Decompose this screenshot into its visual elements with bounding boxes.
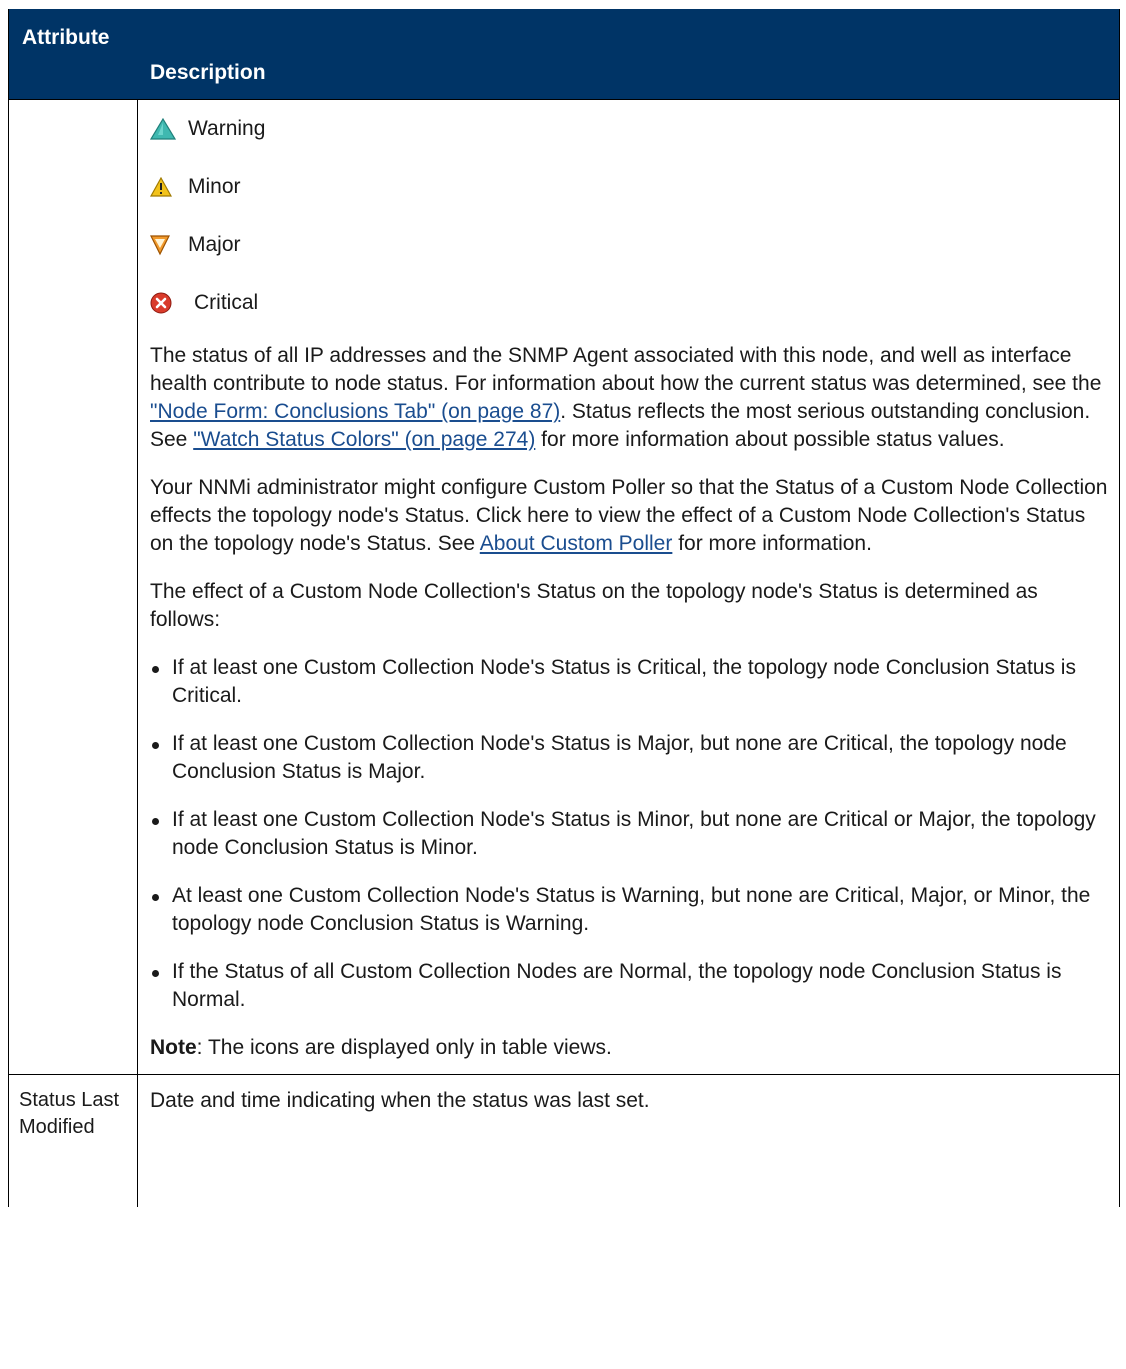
list-item: If the Status of all Custom Collection N…	[150, 948, 1109, 1024]
attribute-cell: Status Last Modified	[9, 1075, 138, 1207]
status-label-major: Major	[188, 233, 241, 256]
list-item-text: If the Status of all Custom Collection N…	[172, 960, 1062, 1011]
list-item: If at least one Custom Collection Node's…	[150, 644, 1109, 720]
about-custom-poller-link[interactable]: About Custom Poller	[480, 532, 673, 555]
list-item-text: If at least one Custom Collection Node's…	[172, 808, 1096, 859]
status-label-critical: Critical	[194, 291, 259, 314]
watch-status-colors-link[interactable]: "Watch Status Colors" (on page 274)	[193, 428, 535, 451]
status-item-major: Major	[150, 216, 1109, 274]
note-paragraph: Note: The icons are displayed only in ta…	[150, 1024, 1109, 1074]
bullet-icon	[152, 818, 159, 825]
paragraph-text: for more information.	[672, 532, 872, 555]
header-description: Description	[150, 61, 266, 84]
description-cell: Date and time indicating when the status…	[150, 1089, 650, 1112]
table-header: Attribute Description	[9, 9, 1119, 100]
status-label-warning: Warning	[188, 117, 266, 140]
description-cell: Warning Minor Major Critical The status …	[138, 100, 1119, 1074]
bullet-icon	[152, 666, 159, 673]
note-text: : The icons are displayed only in table …	[196, 1036, 612, 1059]
bullet-icon	[152, 894, 159, 901]
status-item-critical: Critical	[150, 274, 1109, 332]
table-row-status: Warning Minor Major Critical The status …	[9, 100, 1119, 1075]
status-item-warning: Warning	[150, 100, 1109, 158]
major-down-triangle-icon	[150, 231, 180, 259]
warning-triangle-icon	[150, 115, 180, 143]
status-item-minor: Minor	[150, 158, 1109, 216]
list-item-text: If at least one Custom Collection Node's…	[172, 656, 1076, 707]
paragraph-text: The status of all IP addresses and the S…	[150, 344, 1102, 395]
note-label: Note	[150, 1036, 197, 1059]
attribute-table: Attribute Description Warning Minor Majo…	[8, 9, 1120, 1207]
minor-warning-icon	[150, 173, 180, 201]
list-item: If at least one Custom Collection Node's…	[150, 720, 1109, 796]
node-form-conclusions-link[interactable]: "Node Form: Conclusions Tab" (on page 87…	[150, 400, 560, 423]
paragraph-status-contribution: The status of all IP addresses and the S…	[150, 332, 1109, 464]
header-attribute: Attribute	[22, 26, 110, 49]
list-item-text: If at least one Custom Collection Node's…	[172, 732, 1067, 783]
list-item-text: At least one Custom Collection Node's St…	[172, 884, 1091, 935]
critical-x-icon	[150, 289, 180, 317]
bullet-icon	[152, 742, 159, 749]
list-item: If at least one Custom Collection Node's…	[150, 796, 1109, 872]
paragraph-text: for more information about possible stat…	[535, 428, 1005, 451]
bullet-list: If at least one Custom Collection Node's…	[150, 644, 1109, 1024]
list-item: At least one Custom Collection Node's St…	[150, 872, 1109, 948]
status-label-minor: Minor	[188, 175, 241, 198]
paragraph-effect: The effect of a Custom Node Collection's…	[150, 580, 1038, 631]
bullet-icon	[152, 970, 159, 977]
paragraph-custom-poller: Your NNMi administrator might configure …	[150, 464, 1109, 568]
attribute-cell-empty	[9, 100, 138, 1074]
table-row-status-last-modified: Status Last Modified Date and time indic…	[9, 1075, 1119, 1207]
